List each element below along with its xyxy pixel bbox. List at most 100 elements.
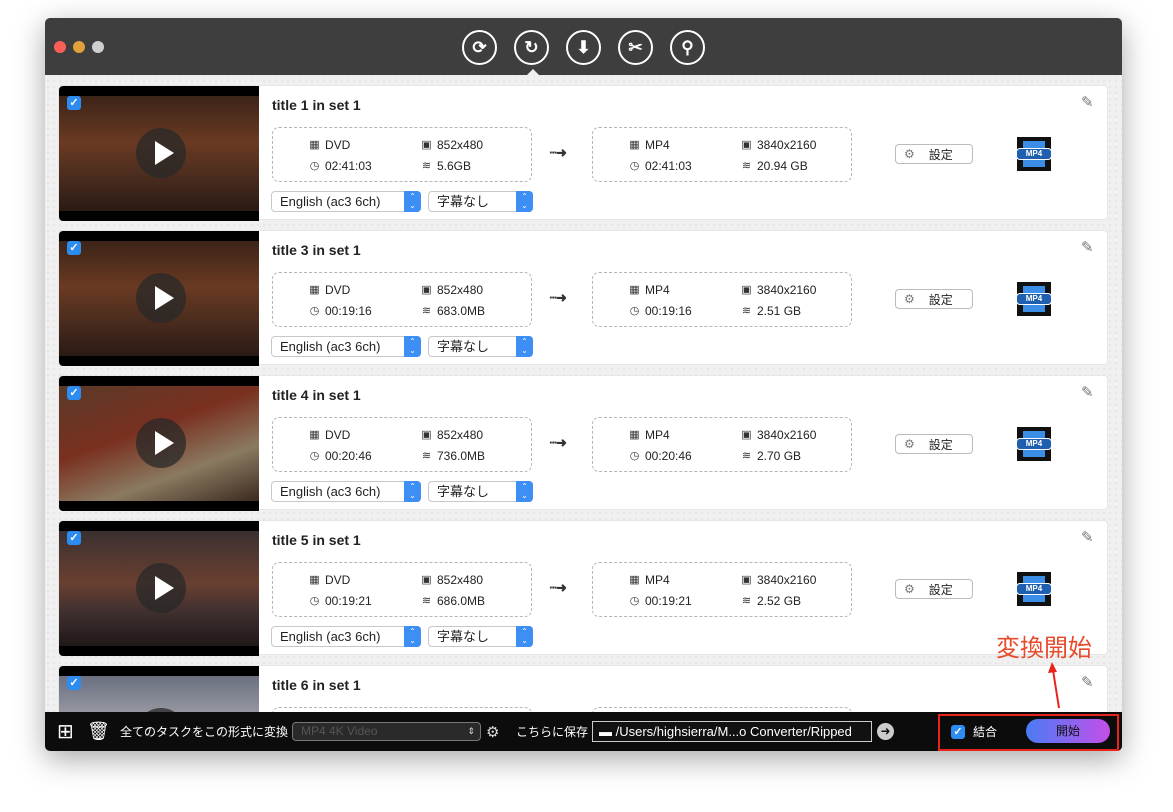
duration-value: 00:19:21 [645,594,692,608]
monitor-icon: ▣ [421,428,432,441]
title-name: title 3 in set 1 [272,242,361,258]
format-select[interactable]: MP4 4K Video ⇕ [292,722,481,741]
subtitle-select[interactable]: 字幕なし ⌃ ⌄ [428,626,533,647]
video-tools-icon[interactable]: ⚲ [670,30,705,65]
format-value: MP4 [645,573,670,587]
video-thumbnail[interactable]: ✓ [59,521,259,656]
audio-track-select[interactable]: English (ac3 6ch) ⌃ ⌄ [271,481,421,502]
database-icon: ≋ [421,594,432,607]
convert-icon[interactable]: ⟳ [462,30,497,65]
film-icon: ▦ [629,573,640,586]
subtitle-select[interactable]: 字幕なし ⌃ ⌄ [428,336,533,357]
title-checkbox[interactable]: ✓ [67,386,81,400]
database-icon: ≋ [421,159,432,172]
settings-button[interactable]: ⚙ 設定 [895,289,973,309]
settings-button[interactable]: ⚙ 設定 [895,579,973,599]
subtitle-select[interactable]: 字幕なし ⌃ ⌄ [428,191,533,212]
subtitle-value: 字幕なし [437,484,490,499]
video-edit-icon[interactable]: ✂ [618,30,653,65]
title-checkbox[interactable]: ✓ [67,676,81,690]
play-icon[interactable] [136,418,186,468]
title-card: ✓ title 5 in set 1 ✎ ▦ DVD ▣ 852x480 ◷ 00:1… [58,520,1108,656]
subtitle-select[interactable]: 字幕なし ⌃ ⌄ [428,481,533,502]
gear-icon: ⚙ [904,437,915,451]
dvd-convert-icon[interactable]: ↻ [514,30,549,65]
resolution-value: 3840x2160 [757,428,817,442]
settings-button[interactable]: ⚙ 設定 [895,434,973,454]
size-value: 5.6GB [437,159,472,173]
source-info-box: ▦ DVD ▣ 852x480 ◷ 02:41:03 ≋ 5.6GB [272,127,532,182]
mp4-format-icon[interactable]: MP4 [1016,137,1052,171]
source-info-box: ▦ DVD ▣ 852x480 ◷ 00:20:46 ≋ 736.0MB [272,417,532,472]
monitor-icon: ▣ [741,573,752,586]
stepper-icon: ⌃ ⌄ [404,481,421,502]
format-badge: MP4 [1016,148,1052,160]
arrow-right-icon: ···➜ [549,145,567,160]
settings-button[interactable]: ⚙ 設定 [895,144,973,164]
database-icon: ≋ [421,304,432,317]
stepper-icon: ⌃ ⌄ [404,626,421,647]
duration-value: 00:19:16 [645,304,692,318]
monitor-icon: ▣ [421,138,432,151]
settings-label: 設定 [928,437,953,452]
clock-icon: ◷ [309,304,320,317]
size-value: 736.0MB [437,449,486,463]
title-card: ✓ title 1 in set 1 ✎ ▦ DVD ▣ 852x480 ◷ 02:4… [58,85,1108,221]
zoom-window-button[interactable] [92,41,104,53]
save-path-field[interactable]: ▬ /Users/highsierra/M...o Converter/Ripp… [592,721,872,742]
stepper-icon: ⇕ [467,726,475,736]
edit-pencil-icon[interactable]: ✎ [1081,673,1094,691]
mp4-format-icon[interactable]: MP4 [1016,427,1052,461]
title-checkbox[interactable]: ✓ [67,531,81,545]
monitor-icon: ▣ [421,573,432,586]
film-icon: ▦ [629,283,640,296]
monitor-icon: ▣ [421,283,432,296]
trash-icon[interactable]: 🗑 [87,712,110,751]
size-value: 2.70 GB [757,449,802,463]
play-icon[interactable] [136,128,186,178]
film-icon: ▦ [629,428,640,441]
mp4-format-icon[interactable]: MP4 [1016,282,1052,316]
edit-pencil-icon[interactable]: ✎ [1081,238,1094,256]
video-download-icon[interactable]: ⬇ [566,30,601,65]
minimize-window-button[interactable] [73,41,85,53]
film-icon: ▦ [309,283,320,296]
title-checkbox[interactable]: ✓ [67,241,81,255]
film-icon: ▦ [629,138,640,151]
mp4-format-icon[interactable]: MP4 [1016,572,1052,606]
video-thumbnail[interactable]: ✓ [59,86,259,221]
clock-icon: ◷ [629,159,640,172]
format-badge: MP4 [1016,438,1052,450]
format-value: DVD [325,138,351,152]
monitor-icon: ▣ [741,138,752,151]
edit-pencil-icon[interactable]: ✎ [1081,93,1094,111]
audio-track-select[interactable]: English (ac3 6ch) ⌃ ⌄ [271,336,421,357]
resolution-value: 3840x2160 [757,573,817,587]
video-thumbnail[interactable]: ✓ [59,376,259,511]
source-info-box: ▦ DVD ▣ 852x480 ◷ 00:19:16 ≋ 683.0MB [272,272,532,327]
active-tab-indicator [527,69,539,75]
add-icon[interactable]: ⊞ [57,712,74,751]
format-value: MP4 [645,428,670,442]
play-icon[interactable] [136,273,186,323]
close-window-button[interactable] [54,41,66,53]
open-folder-button[interactable]: ➜ [877,712,894,751]
gear-icon[interactable]: ⚙ [486,712,499,751]
duration-value: 00:20:46 [325,449,372,463]
title-checkbox[interactable]: ✓ [67,96,81,110]
database-icon: ≋ [741,304,752,317]
size-value: 686.0MB [437,594,486,608]
output-info-box: ▦ MP4 ▣ 3840x2160 ◷ 00:19:16 ≋ 2.51 GB [592,272,852,327]
video-thumbnail[interactable]: ✓ [59,231,259,366]
audio-track-select[interactable]: English (ac3 6ch) ⌃ ⌄ [271,626,421,647]
edit-pencil-icon[interactable]: ✎ [1081,528,1094,546]
duration-value: 00:20:46 [645,449,692,463]
settings-label: 設定 [928,292,953,307]
audio-track-select[interactable]: English (ac3 6ch) ⌃ ⌄ [271,191,421,212]
edit-pencil-icon[interactable]: ✎ [1081,383,1094,401]
clock-icon: ◷ [629,449,640,462]
format-badge: MP4 [1016,583,1052,595]
start-button[interactable]: 開始 [1026,719,1110,743]
output-info-box: ▦ MP4 ▣ 3840x2160 ◷ 02:41:03 ≋ 20.94 GB [592,127,852,182]
play-icon[interactable] [136,563,186,613]
